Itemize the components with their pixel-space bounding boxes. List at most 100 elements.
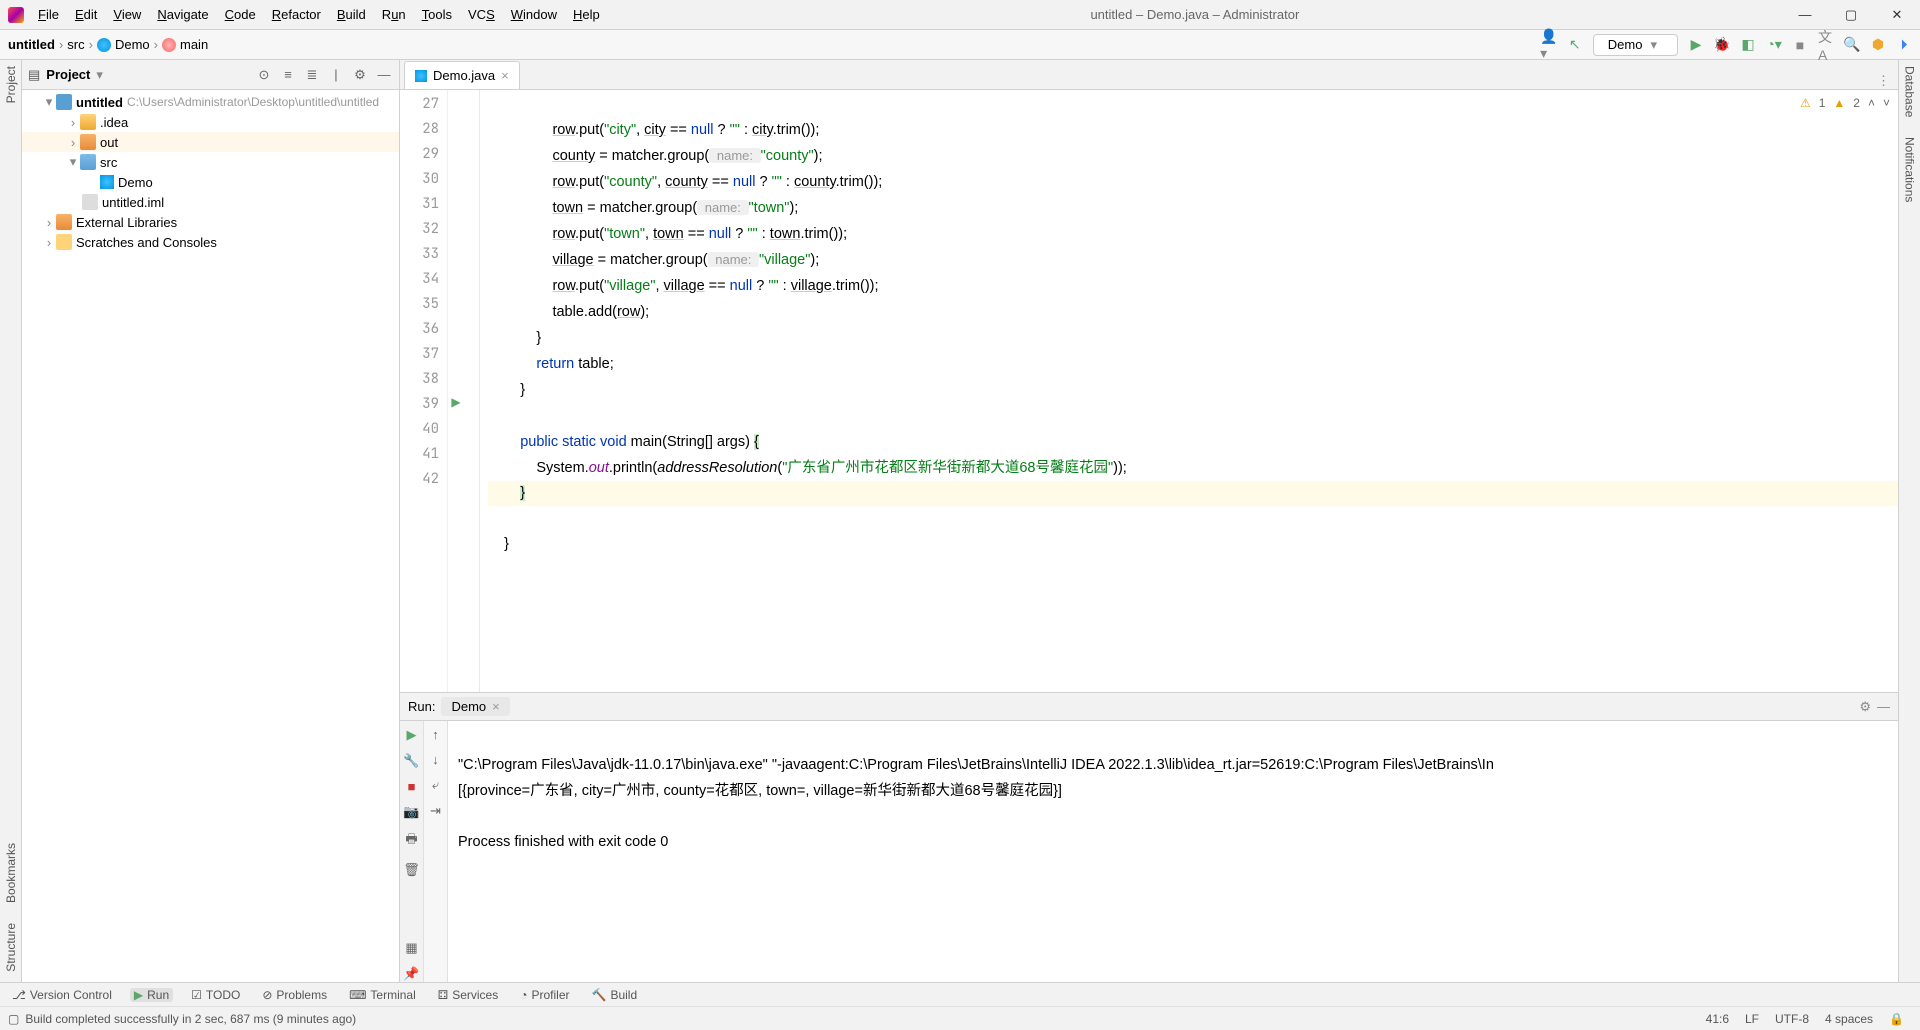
down-icon[interactable]: ↓ [432,752,439,767]
chevron-right-icon: › [89,37,93,52]
lock-icon[interactable]: 🔒 [1881,1012,1912,1026]
breadcrumb: untitled › src › Demo › main [8,37,208,52]
run-line-marker[interactable]: ▶ [448,390,464,415]
bt-terminal[interactable]: ⌨Terminal [345,988,420,1002]
hide-icon[interactable]: — [1877,699,1890,714]
menu-view[interactable]: View [105,3,149,26]
profile-button[interactable]: ◔▾ [1766,37,1782,53]
run-config-selector[interactable]: Demo ▾ [1593,34,1678,56]
close-button[interactable]: ✕ [1874,0,1920,30]
tree-root[interactable]: ▾ untitled C:\Users\Administrator\Deskto… [22,92,399,112]
bt-services[interactable]: ⚃Services [434,988,502,1002]
wrap-icon[interactable]: ⤶ [432,777,439,793]
camera-icon[interactable]: 📷 [403,804,419,820]
menu-navigate[interactable]: Navigate [149,3,216,26]
tool-icon[interactable]: 🔧 [403,753,419,769]
back-icon[interactable]: ↖ [1567,37,1583,53]
status-icon[interactable]: ▢ [8,1012,19,1026]
chevron-right-icon: › [59,37,63,52]
tree-idea[interactable]: › .idea [22,112,399,132]
line-separator[interactable]: LF [1737,1012,1767,1026]
update-icon[interactable]: ⬢ [1870,37,1886,53]
up-icon[interactable]: ↑ [432,727,439,742]
print-icon[interactable]: 🖶 [405,830,417,852]
settings-icon[interactable]: ⚙ [1859,699,1871,715]
sidebar-project[interactable]: Project [4,66,18,103]
tree-label: src [100,155,117,170]
sidebar-structure[interactable]: Structure [4,923,18,972]
breadcrumb-class[interactable]: Demo [115,37,150,52]
coverage-button[interactable]: ◧ [1740,37,1756,53]
project-tree[interactable]: ▾ untitled C:\Users\Administrator\Deskto… [22,90,399,982]
debug-button[interactable]: 🐞 [1714,37,1730,53]
editor-more-icon[interactable]: ⋮ [1869,73,1898,89]
tree-label: External Libraries [76,215,177,230]
console-output[interactable]: "C:\Program Files\Java\jdk-11.0.17\bin\j… [448,721,1898,982]
chevron-down-icon[interactable]: ▾ [96,67,103,83]
navigation-bar: untitled › src › Demo › main 👤▾ ↖ Demo ▾… [0,30,1920,60]
inspection-summary[interactable]: ⚠1 ▲2 ˄ ˅ [1796,94,1894,112]
menu-refactor[interactable]: Refactor [264,3,329,26]
indent-info[interactable]: 4 spaces [1817,1012,1881,1026]
menu-run[interactable]: Run [374,3,414,26]
more-icon[interactable]: ⏵ [1896,37,1912,53]
search-icon[interactable]: 🔍 [1844,37,1860,53]
maximize-button[interactable]: ▢ [1828,0,1874,30]
bottom-tabs: ⎇Version Control ▶Run ☑TODO ⊘Problems ⌨T… [0,982,1920,1006]
rerun-icon[interactable]: ▶ [407,727,417,743]
menu-vcs[interactable]: VCS [460,3,503,26]
breadcrumb-method[interactable]: main [180,37,208,52]
tree-iml[interactable]: untitled.iml [22,192,399,212]
stop-button[interactable]: ■ [1792,37,1808,53]
settings-icon[interactable]: ⚙ [351,66,369,84]
close-icon[interactable]: × [492,699,500,714]
collapse-all-icon[interactable]: ≣ [303,66,321,84]
menu-help[interactable]: Help [565,3,608,26]
breadcrumb-project[interactable]: untitled [8,37,55,52]
bt-run[interactable]: ▶Run [130,988,173,1002]
chevron-down-icon[interactable]: ˅ [1883,96,1890,110]
scroll-end-icon[interactable]: ⇥ [430,803,441,819]
menu-build[interactable]: Build [329,3,374,26]
menu-file[interactable]: File [30,3,67,26]
caret-position[interactable]: 41:6 [1698,1012,1737,1026]
bt-version-control[interactable]: ⎇Version Control [8,988,116,1002]
trash-icon[interactable]: 🗑 [403,862,420,878]
tree-demo[interactable]: Demo [22,172,399,192]
code-content[interactable]: row.put("city", city == null ? "" : city… [480,90,1898,692]
run-tab-demo[interactable]: Demo × [441,697,509,716]
sidebar-notifications[interactable]: Notifications [1903,137,1917,202]
tree-out[interactable]: › out [22,132,399,152]
editor-body[interactable]: ⚠1 ▲2 ˄ ˅ 27 28 29 30 31 32 33 34 35 36 … [400,90,1898,692]
tree-external[interactable]: › External Libraries [22,212,399,232]
translate-icon[interactable]: 文A [1818,37,1834,53]
user-icon[interactable]: 👤▾ [1541,37,1557,53]
bt-problems[interactable]: ⊘Problems [258,988,331,1002]
close-tab-icon[interactable]: × [501,68,509,83]
chevron-up-icon[interactable]: ˄ [1868,96,1875,110]
sidebar-bookmarks[interactable]: Bookmarks [4,843,18,903]
sidebar-database[interactable]: Database [1903,66,1917,117]
editor-tab-demo[interactable]: Demo.java × [404,61,520,89]
bt-build[interactable]: 🔨Build [588,988,642,1002]
menu-window[interactable]: Window [503,3,565,26]
menu-tools[interactable]: Tools [414,3,460,26]
bt-profiler[interactable]: ◔Profiler [516,988,573,1002]
bt-todo[interactable]: ☑TODO [187,988,244,1002]
menu-edit[interactable]: Edit [67,3,105,26]
layout-icon[interactable]: ▦ [405,940,417,956]
hide-icon[interactable]: — [375,66,393,84]
divider: | [327,66,345,84]
pin-icon[interactable]: 📌 [403,966,419,982]
branch-icon: ⎇ [12,988,26,1002]
select-opened-icon[interactable]: ⊙ [255,66,273,84]
run-button[interactable]: ▶ [1688,37,1704,53]
minimize-button[interactable]: — [1782,0,1828,30]
tree-src[interactable]: ▾ src [22,152,399,172]
expand-all-icon[interactable]: ≡ [279,66,297,84]
breadcrumb-src[interactable]: src [67,37,84,52]
file-encoding[interactable]: UTF-8 [1767,1012,1817,1026]
menu-code[interactable]: Code [217,3,264,26]
stop-icon[interactable]: ■ [408,779,416,794]
tree-scratches[interactable]: › Scratches and Consoles [22,232,399,252]
